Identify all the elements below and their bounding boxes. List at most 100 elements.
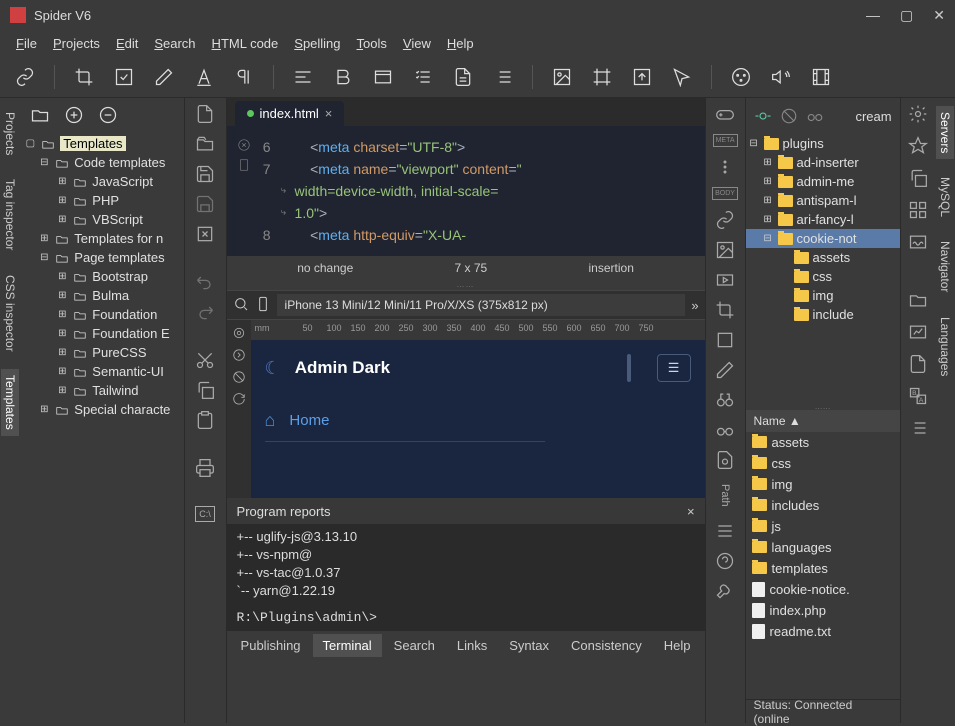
- tree-item[interactable]: ⊟Code templates: [20, 153, 183, 172]
- filelist-header[interactable]: Name ▲: [746, 410, 900, 432]
- align-left-icon[interactable]: [292, 66, 314, 88]
- menu-edit[interactable]: Edit: [110, 34, 144, 53]
- file-item[interactable]: readme.txt: [746, 621, 900, 642]
- video-icon[interactable]: [715, 270, 735, 290]
- menu-tools[interactable]: Tools: [351, 34, 393, 53]
- tab-close-icon[interactable]: ×: [325, 106, 333, 121]
- server-tree-item[interactable]: img: [746, 286, 900, 305]
- left-tab-templates[interactable]: Templates: [1, 369, 19, 436]
- file-item[interactable]: cookie-notice.: [746, 579, 900, 600]
- tree-item[interactable]: ▢Templates: [20, 134, 183, 153]
- help-icon[interactable]: [715, 551, 735, 571]
- body-badge-icon[interactable]: BODY: [712, 187, 738, 200]
- menu-view[interactable]: View: [397, 34, 437, 53]
- font-icon[interactable]: [193, 66, 215, 88]
- bottom-tab-publishing[interactable]: Publishing: [231, 634, 311, 657]
- list-icon[interactable]: [492, 66, 514, 88]
- gutter-doc-icon[interactable]: [237, 158, 251, 172]
- document-icon[interactable]: [452, 66, 474, 88]
- server-tree-item[interactable]: assets: [746, 248, 900, 267]
- export-icon[interactable]: [631, 66, 653, 88]
- device-select[interactable]: iPhone 13 Mini/12 Mini/11 Pro/X/XS (375x…: [277, 294, 686, 316]
- tree-item[interactable]: ⊞Special characte: [20, 400, 183, 419]
- bottom-tab-help[interactable]: Help: [654, 634, 701, 657]
- doc-search-icon[interactable]: [715, 450, 735, 470]
- server-tree-item[interactable]: ⊞antispam-l: [746, 191, 900, 210]
- cursor-icon[interactable]: [671, 66, 693, 88]
- gear-icon[interactable]: [908, 104, 928, 124]
- connect-icon[interactable]: [754, 107, 772, 125]
- tree-item[interactable]: ⊞VBScript: [20, 210, 183, 229]
- chart-icon[interactable]: [908, 322, 928, 342]
- path-tab[interactable]: Path: [719, 480, 731, 511]
- file-item[interactable]: index.php: [746, 600, 900, 621]
- refresh-icon[interactable]: [232, 392, 246, 406]
- crop2-icon[interactable]: [715, 300, 735, 320]
- file-item[interactable]: js: [746, 516, 900, 537]
- terminal-icon[interactable]: C:\: [195, 506, 215, 522]
- block-icon[interactable]: [232, 370, 246, 384]
- left-tab-tag-inspector[interactable]: Tag inspector: [1, 173, 19, 256]
- server-tree-item[interactable]: ⊟cookie-not: [746, 229, 900, 248]
- file-tab[interactable]: index.html ×: [235, 101, 345, 126]
- bottom-tab-terminal[interactable]: Terminal: [313, 634, 382, 657]
- server-name[interactable]: cream: [855, 109, 891, 124]
- binoculars-icon[interactable]: [715, 390, 735, 410]
- file-item[interactable]: templates: [746, 558, 900, 579]
- stack-icon[interactable]: [715, 521, 735, 541]
- file-item[interactable]: languages: [746, 537, 900, 558]
- image2-icon[interactable]: [715, 240, 735, 260]
- disconnect-icon[interactable]: [780, 107, 798, 125]
- server-tree-item[interactable]: css: [746, 267, 900, 286]
- bottom-tab-search[interactable]: Search: [384, 634, 445, 657]
- gutter-close-icon[interactable]: [237, 138, 251, 152]
- bottom-tab-syntax[interactable]: Syntax: [499, 634, 559, 657]
- split-handle[interactable]: ……: [227, 280, 705, 290]
- sound-icon[interactable]: [770, 66, 792, 88]
- link-icon[interactable]: [14, 66, 36, 88]
- add-icon[interactable]: [64, 105, 84, 128]
- menu-search[interactable]: Search: [148, 34, 201, 53]
- wave-icon[interactable]: [908, 232, 928, 252]
- bold-icon[interactable]: [332, 66, 354, 88]
- server-tree-item[interactable]: ⊞admin-me: [746, 172, 900, 191]
- image-icon[interactable]: [551, 66, 573, 88]
- minimize-button[interactable]: —: [866, 7, 880, 24]
- bottom-tab-links[interactable]: Links: [447, 634, 497, 657]
- page-icon[interactable]: [908, 354, 928, 374]
- tree-item[interactable]: ⊞Bootstrap: [20, 267, 183, 286]
- right-tab-languages[interactable]: Languages: [936, 311, 954, 382]
- code-editor[interactable]: 6 <meta charset="UTF-8">7 <meta name="vi…: [227, 126, 705, 256]
- target-icon[interactable]: [232, 326, 246, 340]
- menu-file[interactable]: File: [10, 34, 43, 53]
- paste-icon[interactable]: [195, 410, 215, 430]
- redo-icon[interactable]: [195, 302, 215, 322]
- left-tab-css-inspector[interactable]: CSS inspector: [1, 269, 19, 358]
- tree-item[interactable]: ⊞Bulma: [20, 286, 183, 305]
- remove-icon[interactable]: [98, 105, 118, 128]
- tree-item[interactable]: ⊞PHP: [20, 191, 183, 210]
- sync-icon[interactable]: [806, 107, 824, 125]
- file-item[interactable]: assets: [746, 432, 900, 453]
- palette-icon[interactable]: [730, 66, 752, 88]
- menu-help[interactable]: Help: [441, 34, 480, 53]
- device-icon[interactable]: [255, 296, 271, 315]
- hamburger-icon[interactable]: ☰: [657, 354, 691, 382]
- pencil-icon[interactable]: [153, 66, 175, 88]
- close-file-icon[interactable]: [195, 224, 215, 244]
- square-icon[interactable]: [715, 330, 735, 350]
- new-file-icon[interactable]: [195, 104, 215, 124]
- new-folder-icon[interactable]: [30, 105, 50, 128]
- print-icon[interactable]: [195, 458, 215, 478]
- paragraph-icon[interactable]: [233, 66, 255, 88]
- nav-home[interactable]: Home: [289, 412, 329, 429]
- open-folder-icon[interactable]: [195, 134, 215, 154]
- reports-close-icon[interactable]: ×: [687, 504, 695, 519]
- right-tab-mysql[interactable]: MySQL: [936, 171, 954, 223]
- menu-html-code[interactable]: HTML code: [206, 34, 285, 53]
- grid-icon[interactable]: [908, 200, 928, 220]
- close-button[interactable]: ✕: [933, 7, 945, 24]
- tree-item[interactable]: ⊞JavaScript: [20, 172, 183, 191]
- maximize-button[interactable]: ▢: [900, 7, 913, 24]
- copy-icon[interactable]: [195, 380, 215, 400]
